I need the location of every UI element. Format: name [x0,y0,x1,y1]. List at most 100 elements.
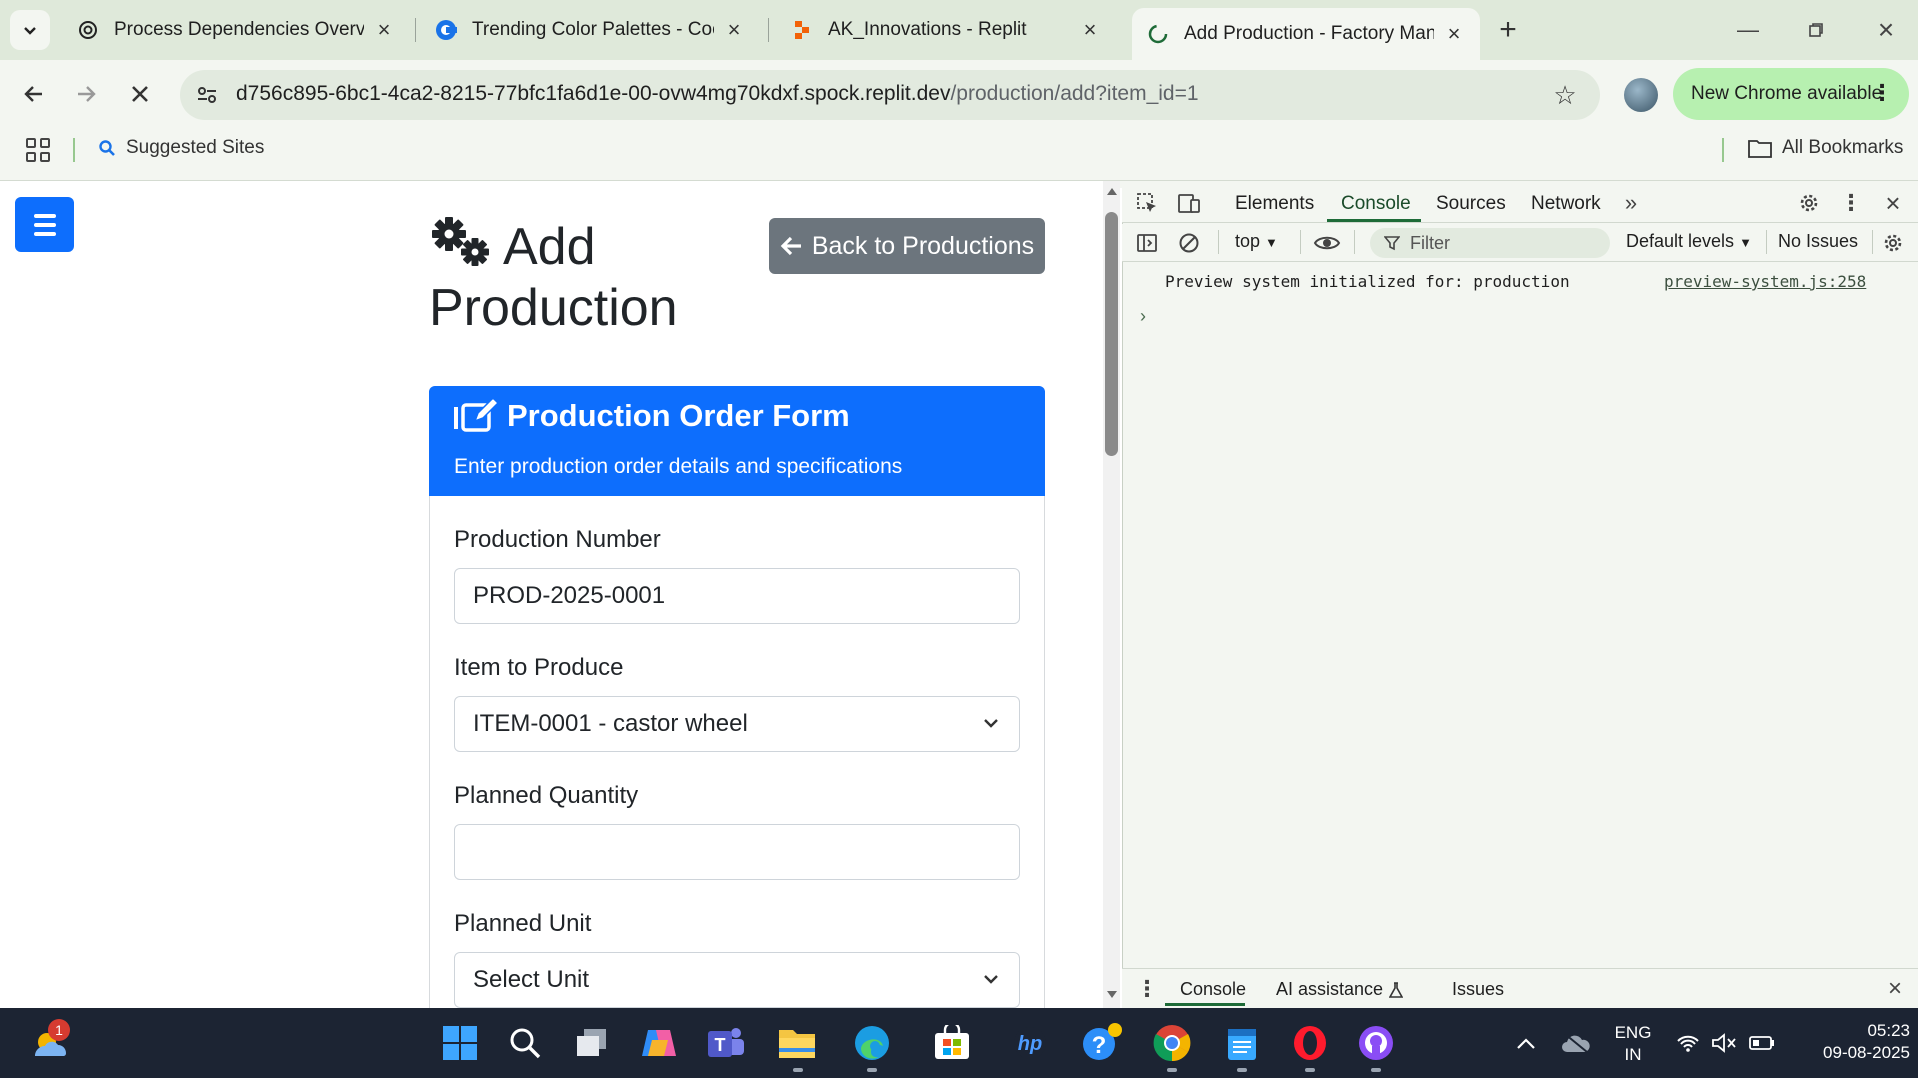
devtools-kebab-icon[interactable]: ⋮ [1836,188,1866,218]
inspect-element-icon[interactable] [1132,188,1162,218]
back-arrow-icon[interactable] [12,72,56,116]
scrollbar-thumb[interactable] [1105,212,1118,456]
apps-grid-icon[interactable] [26,138,50,162]
teams-icon[interactable]: T [704,1021,748,1065]
opera-icon[interactable] [1288,1021,1332,1065]
folder-icon [1748,140,1772,158]
planned-unit-select[interactable]: Select Unit [454,952,1020,1008]
windows-start-icon[interactable] [438,1021,482,1065]
site-info-icon[interactable] [192,80,222,110]
planned-quantity-input[interactable] [454,824,1020,880]
chrome-icon[interactable] [1150,1021,1194,1065]
more-tabs-chevron-icon[interactable]: » [1616,188,1646,218]
drawer-tab-issues[interactable]: Issues [1452,979,1504,1000]
stop-loading-icon[interactable] [118,72,162,116]
running-indicator [867,1068,877,1072]
restore-icon[interactable] [1798,12,1834,48]
url-host: d756c895-6bc1-4ca2-8215-77bfc1fa6d1e-00-… [236,82,951,105]
file-explorer-icon[interactable] [775,1021,819,1065]
back-to-productions-button[interactable]: Back to Productions [769,218,1045,274]
all-bookmarks-button[interactable]: All Bookmarks [1748,137,1903,159]
forward-arrow-icon[interactable] [64,72,108,116]
devtools-tab-network[interactable]: Network [1531,193,1601,215]
filter-funnel-icon [1384,236,1400,251]
devtools-tab-elements[interactable]: Elements [1235,193,1314,215]
svg-text:T: T [715,1035,726,1055]
drawer-kebab-icon[interactable]: ⋮ [1132,974,1162,1004]
minimize-icon[interactable]: — [1730,12,1766,48]
close-icon[interactable]: × [722,17,746,42]
console-log-message: Preview system initialized for: producti… [1165,272,1570,291]
devtools-close-icon[interactable]: × [1878,188,1908,218]
search-icon[interactable] [503,1021,547,1065]
devtools-tab-sources[interactable]: Sources [1436,193,1506,215]
live-expression-eye-icon[interactable] [1312,228,1342,258]
console-source-link[interactable]: preview-system.js:258 [1664,272,1866,291]
scroll-up-arrow-icon[interactable] [1103,186,1120,198]
language-indicator[interactable]: ENG IN [1608,1022,1658,1066]
issues-counter[interactable]: No Issues [1778,231,1858,252]
get-help-icon[interactable]: ? [1080,1021,1124,1065]
context-selector[interactable]: top ▼ [1235,231,1278,252]
kebab-menu-icon: ⋮ [1871,80,1893,105]
bookmark-star-icon[interactable]: ☆ [1548,78,1582,112]
onedrive-cloud-icon[interactable] [1554,1021,1598,1065]
drawer-close-icon[interactable]: × [1880,974,1910,1004]
production-number-input[interactable]: PROD-2025-0001 [454,568,1020,624]
github-desktop-icon[interactable] [1354,1021,1398,1065]
new-tab-button[interactable]: + [1492,13,1524,46]
language-line-2: IN [1624,1045,1642,1064]
device-toolbar-icon[interactable] [1174,188,1204,218]
task-view-icon[interactable] [570,1021,614,1065]
chevron-down-icon [24,27,36,35]
card-title-text: Production Order Form [507,398,850,433]
tab-coolors[interactable]: Trending Color Palettes - Coolors × [420,8,760,52]
toolbar-separator [1354,230,1355,254]
microsoft-store-icon[interactable] [930,1021,974,1065]
console-prompt-chevron-icon[interactable]: › [1140,306,1146,327]
log-levels-dropdown[interactable]: Default levels ▼ [1626,231,1752,252]
bookmark-label: Suggested Sites [126,137,265,158]
close-icon[interactable]: × [1442,21,1466,46]
notepad-icon[interactable] [1220,1021,1264,1065]
card-subtitle: Enter production order details and speci… [454,455,903,478]
scroll-down-arrow-icon[interactable] [1103,990,1120,1002]
tab-replit[interactable]: AK_Innovations - Replit × [776,8,1116,52]
new-chrome-available-button[interactable]: New Chrome available ⋮ [1673,68,1909,120]
filter-placeholder: Filter [1410,232,1450,253]
devtools-tab-console[interactable]: Console [1341,193,1411,215]
sidebar-toggle-button[interactable] [15,197,74,252]
tab-process-dependencies[interactable]: Process Dependencies Overview × [62,8,410,52]
battery-icon[interactable] [1740,1021,1784,1065]
close-icon[interactable]: × [372,17,396,42]
bookmarks-separator [1722,138,1724,162]
close-icon[interactable]: × [1078,17,1102,42]
window-close-icon[interactable]: × [1868,12,1904,48]
item-to-produce-select[interactable]: ITEM-0001 - castor wheel [454,696,1020,752]
openai-icon [76,18,100,42]
show-hidden-icons-chevron-icon[interactable] [1504,1021,1548,1065]
hamburger-icon-line [33,222,56,227]
console-settings-gear-icon[interactable] [1878,228,1908,258]
hp-icon[interactable]: hp [1008,1021,1052,1065]
running-indicator [1237,1068,1247,1072]
drawer-tab-console[interactable]: Console [1180,979,1246,1000]
devtools-panel [1122,181,1918,1008]
planned-unit-label: Planned Unit [454,910,592,937]
copilot-icon[interactable] [637,1021,681,1065]
tab-add-production[interactable]: Add Production - Factory Management × [1132,8,1480,60]
drawer-tab-ai-assistance[interactable]: AI assistance [1276,979,1404,1000]
console-filter-input[interactable]: Filter [1370,228,1610,258]
profile-avatar[interactable] [1624,78,1658,112]
search-icon [99,140,115,156]
settings-gear-icon[interactable] [1794,188,1824,218]
toolbar-separator [1218,230,1219,254]
sidebar-toggle-icon[interactable] [1132,228,1162,258]
bookmark-suggested-sites[interactable]: Suggested Sites [98,137,264,159]
url-text[interactable]: d756c895-6bc1-4ca2-8215-77bfc1fa6d1e-00-… [236,82,1199,106]
clock[interactable]: 05:23 09-08-2025 [1790,1020,1910,1064]
clear-console-icon[interactable] [1174,228,1204,258]
edge-icon[interactable] [850,1021,894,1065]
clock-date: 09-08-2025 [1823,1043,1910,1062]
tab-search-button[interactable] [10,10,50,50]
